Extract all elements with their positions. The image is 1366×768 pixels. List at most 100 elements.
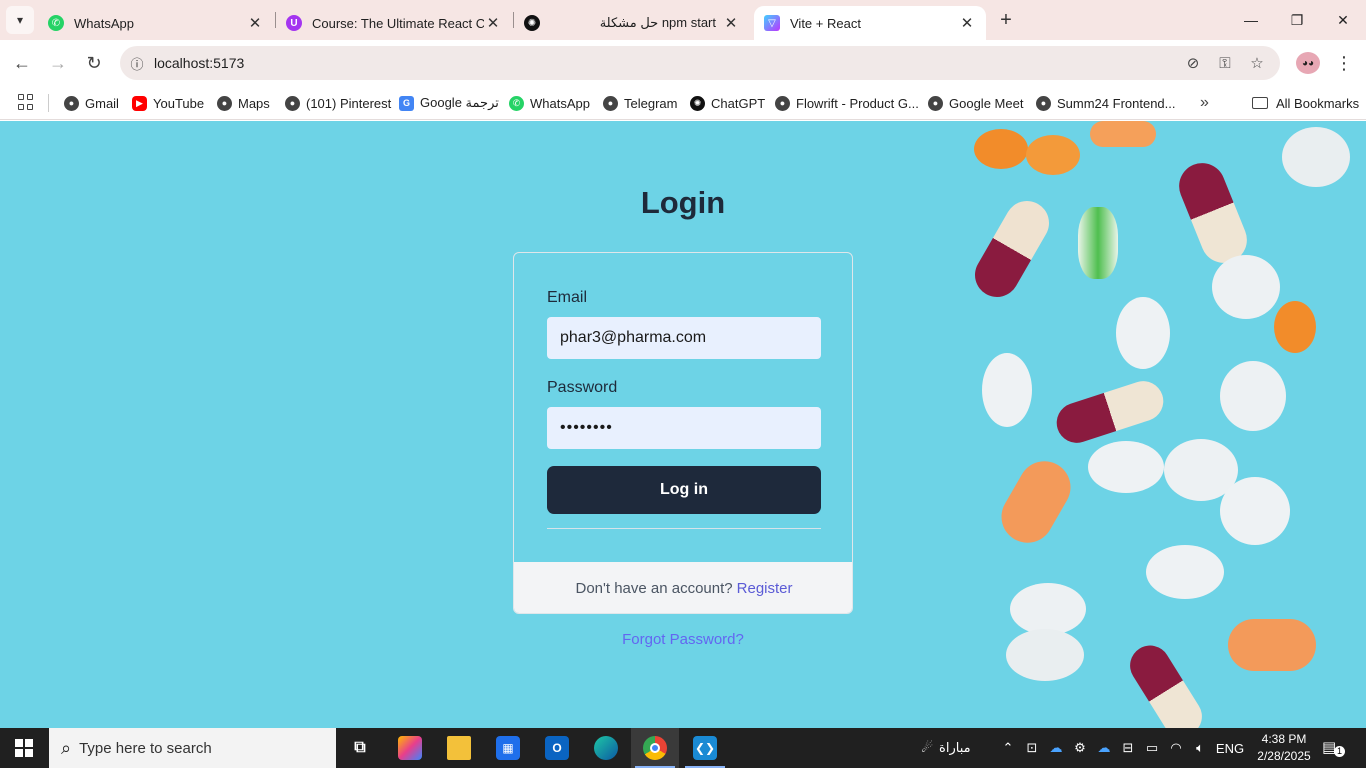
arrow-right-icon: → <box>49 52 67 73</box>
new-tab-button[interactable]: + <box>994 8 1018 32</box>
arrow-left-icon: ← <box>13 52 31 73</box>
register-link[interactable]: Register <box>737 580 793 597</box>
sync-icon[interactable]: ⊟ <box>1118 728 1138 768</box>
copilot-button[interactable] <box>386 728 434 768</box>
login-card: Email phar3@pharma.com Password ••••••••… <box>513 252 853 614</box>
bookmark-label: ChatGPT <box>711 95 766 111</box>
tab-search-button[interactable]: ▾ <box>6 6 34 34</box>
key-icon[interactable]: ⚿ <box>1216 54 1234 72</box>
close-icon[interactable]: ✕ <box>246 14 264 32</box>
windows-icon <box>15 739 33 757</box>
edge-button[interactable] <box>582 728 630 768</box>
white-pill <box>1010 583 1086 635</box>
restore-icon: ❐ <box>1290 11 1304 28</box>
volume-icon[interactable]: 🔈︎ <box>1190 728 1210 768</box>
back-button[interactable]: ← <box>8 49 36 77</box>
folder-icon <box>447 736 471 760</box>
password-label: Password <box>547 379 618 396</box>
minimize-button[interactable]: — <box>1228 0 1274 40</box>
task-view-button[interactable]: ⧉ <box>336 728 384 768</box>
white-pill <box>1088 441 1164 493</box>
clock-date: 2/28/2025 <box>1257 749 1311 763</box>
weather-widget[interactable]: ☄ مباراة <box>912 728 980 768</box>
forward-button[interactable]: → <box>44 49 72 77</box>
tab-react-course[interactable]: U Course: The Ultimate React Cou ✕ <box>276 6 512 40</box>
bookmark-telegram[interactable]: ● Telegram <box>603 91 677 115</box>
bookmark-label: Telegram <box>624 95 678 111</box>
bookmark-maps[interactable]: ● Maps <box>217 91 270 115</box>
bookmark-pinterest[interactable]: ● (101) Pinterest <box>285 91 391 115</box>
bookmark-chatgpt[interactable]: ✺ ChatGPT <box>690 91 765 115</box>
white-pill <box>1116 297 1170 369</box>
battery-icon[interactable]: ▭ <box>1142 728 1162 768</box>
network-icon[interactable]: ⚙ <box>1070 728 1090 768</box>
language-indicator[interactable]: ENG <box>1214 728 1246 768</box>
no-account-text: Don't have an account? <box>575 580 733 597</box>
white-pill <box>982 353 1032 427</box>
vite-icon: ▽ <box>764 15 780 31</box>
address-url[interactable]: localhost:5173 <box>154 55 244 71</box>
chatgpt-icon: ✺ <box>524 15 540 31</box>
wifi-icon[interactable]: ◠ <box>1166 728 1186 768</box>
orange-pill <box>1274 301 1316 353</box>
bookmark-google-meet[interactable]: ● Google Meet <box>928 91 1023 115</box>
store-button[interactable]: ▦ <box>484 728 532 768</box>
reload-button[interactable]: ↻ <box>80 49 108 77</box>
bookmark-google-translate[interactable]: G Google ترجمة <box>399 91 499 115</box>
restore-button[interactable]: ❐ <box>1274 0 1320 40</box>
task-view-icon: ⧉ <box>354 739 366 756</box>
close-icon[interactable]: ✕ <box>722 14 740 32</box>
close-window-button[interactable]: ✕ <box>1320 0 1366 40</box>
bookmark-whatsapp[interactable]: ✆ WhatsApp <box>509 91 590 115</box>
vscode-icon: ❮❯ <box>693 736 717 760</box>
tab-title: Course: The Ultimate React Cou <box>312 15 484 31</box>
chevron-double-right-icon[interactable]: » <box>1200 94 1209 112</box>
bookmark-youtube[interactable]: ▶ YouTube <box>132 91 204 115</box>
site-info-icon[interactable]: ⓘ <box>120 54 154 73</box>
tab-whatsapp[interactable]: ✆ WhatsApp ✕ <box>38 6 274 40</box>
password-field[interactable]: •••••••• <box>547 407 821 449</box>
notification-center-button[interactable]: ▤ 1 <box>1322 738 1345 758</box>
address-bar[interactable]: ⓘ localhost:5173 ⊘ ⚿ ☆ <box>120 46 1280 80</box>
reload-icon: ↻ <box>86 52 102 73</box>
globe-icon: ● <box>1036 95 1051 111</box>
white-pill <box>1146 545 1224 599</box>
system-clock[interactable]: 4:38 PM 2/28/2025 <box>1256 731 1312 765</box>
all-bookmarks-label: All Bookmarks <box>1276 95 1360 111</box>
bookmark-summ24[interactable]: ● Summ24 Frontend... <box>1036 91 1176 115</box>
forgot-password-link[interactable]: Forgot Password? <box>0 631 1366 648</box>
vscode-button[interactable]: ❮❯ <box>681 728 729 768</box>
udemy-icon: U <box>286 15 302 31</box>
orange-pill <box>991 451 1081 553</box>
bookmarks-divider <box>48 94 49 112</box>
star-icon[interactable]: ☆ <box>1248 54 1266 72</box>
profile-avatar[interactable]: ◕◕ <box>1296 52 1320 74</box>
email-field[interactable]: phar3@pharma.com <box>547 317 821 359</box>
copilot-icon <box>398 736 422 760</box>
card-footer: Don't have an account? Register <box>514 562 852 613</box>
onedrive-icon[interactable]: ☁ <box>1046 728 1066 768</box>
outlook-button[interactable]: O <box>533 728 581 768</box>
all-bookmarks-button[interactable]: All Bookmarks <box>1252 91 1359 115</box>
bookmark-label: Maps <box>238 95 270 111</box>
eye-off-icon[interactable]: ⊘ <box>1184 54 1202 72</box>
meet-now-icon[interactable]: ⊡ <box>1022 728 1042 768</box>
apps-grid-icon[interactable] <box>18 94 34 110</box>
globe-icon: ● <box>775 95 790 111</box>
bookmark-label: Gmail <box>85 95 119 111</box>
bookmark-flowrift[interactable]: ● Flowrift - Product G... <box>775 91 919 115</box>
close-icon[interactable]: ✕ <box>484 14 502 32</box>
file-explorer-button[interactable] <box>435 728 483 768</box>
menu-button[interactable]: ⋮ <box>1334 50 1354 76</box>
tab-vite-react[interactable]: ▽ Vite + React ✕ <box>754 6 986 40</box>
chrome-button[interactable] <box>631 728 679 768</box>
onedrive-icon[interactable]: ☁ <box>1094 728 1114 768</box>
taskbar-search[interactable]: ⌕ Type here to search <box>49 728 336 768</box>
tab-npm-start[interactable]: ✺ حل مشكلة npm start ✕ <box>514 6 750 40</box>
close-icon[interactable]: ✕ <box>958 14 976 32</box>
bookmark-gmail[interactable]: ● Gmail <box>64 91 119 115</box>
globe-icon: ● <box>603 95 618 111</box>
start-button[interactable] <box>0 728 48 768</box>
chevron-up-icon[interactable]: ⌃ <box>998 728 1018 768</box>
login-button[interactable]: Log in <box>547 466 821 514</box>
